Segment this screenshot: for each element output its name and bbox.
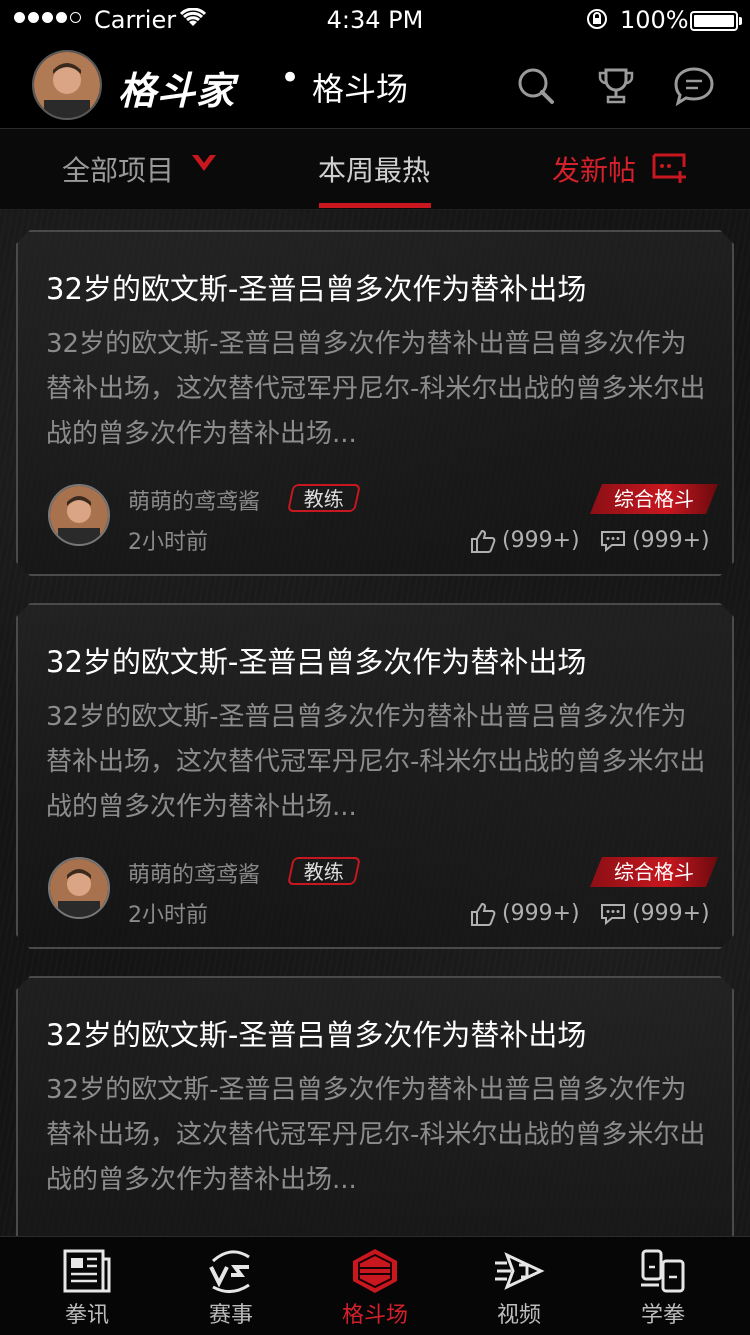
active-tab-indicator <box>319 203 431 208</box>
post-time: 2小时前 <box>128 530 208 555</box>
tab-weekly-hot[interactable]: 本周最热 <box>318 149 430 189</box>
category-tag[interactable]: 综合格斗 <box>590 857 718 887</box>
like-count: (999+) <box>502 901 580 926</box>
status-bar: Carrier 4:34 PM 100% <box>0 0 750 40</box>
category-tag[interactable]: 综合格斗 <box>590 484 718 514</box>
learn-icon <box>641 1249 685 1293</box>
battery-percent: 100% <box>620 6 689 34</box>
post-title[interactable]: 32岁的欧文斯-圣普吕曾多次作为替补出场 <box>46 266 586 308</box>
post-title[interactable]: 32岁的欧文斯-圣普吕曾多次作为替补出场 <box>46 639 586 681</box>
battery-icon <box>690 11 738 31</box>
post-excerpt: 32岁的欧文斯-圣普吕曾多次作为替补出普吕曾多次作为替补出场，这次替代冠军丹尼尔… <box>46 702 706 822</box>
tabbar-item-arena[interactable]: 格斗场 <box>300 1237 450 1335</box>
post-excerpt: 32岁的欧文斯-圣普吕曾多次作为替补出普吕曾多次作为替补出场，这次替代冠军丹尼尔… <box>46 1075 706 1195</box>
post-card[interactable]: 32岁的欧文斯-圣普吕曾多次作为替补出场 32岁的欧文斯-圣普吕曾多次作为替补出… <box>16 230 734 576</box>
tab-all-projects[interactable]: 全部项目 <box>62 149 174 189</box>
tabbar-label: 拳讯 <box>64 1303 109 1328</box>
author-avatar[interactable] <box>48 857 110 919</box>
tabbar-label: 视频 <box>496 1303 541 1328</box>
comment-count: (999+) <box>632 528 710 553</box>
comment-count: (999+) <box>632 901 710 926</box>
brand-logo: 格斗家 <box>118 69 236 113</box>
page-title: 格斗场 <box>312 70 409 108</box>
search-icon[interactable] <box>514 64 558 108</box>
rotation-lock-icon <box>587 9 607 29</box>
comment-icon <box>600 530 626 552</box>
chevron-down-icon[interactable] <box>190 153 218 173</box>
thumbs-up-icon <box>470 902 496 926</box>
user-avatar[interactable] <box>32 50 102 120</box>
bottom-tab-bar: 拳讯 赛事 格斗场 视频 学拳 <box>0 1236 750 1335</box>
ring-icon <box>353 1249 397 1293</box>
comment-button[interactable]: (999+) <box>600 528 710 553</box>
role-badge: 教练 <box>287 857 361 885</box>
tabbar-item-events[interactable]: 赛事 <box>156 1237 306 1335</box>
post-title[interactable]: 32岁的欧文斯-圣普吕曾多次作为替补出场 <box>46 1012 586 1054</box>
message-icon[interactable] <box>672 64 716 108</box>
tabbar-item-video[interactable]: 视频 <box>444 1237 594 1335</box>
thumbs-up-icon <box>470 529 496 553</box>
compose-icon[interactable] <box>650 151 690 183</box>
author-avatar[interactable] <box>48 484 110 546</box>
video-icon <box>495 1252 545 1290</box>
tabbar-label: 赛事 <box>208 1303 253 1328</box>
trophy-icon[interactable] <box>594 64 638 108</box>
new-post-button[interactable]: 发新帖 <box>552 149 636 189</box>
tabbar-label: 学拳 <box>640 1303 685 1328</box>
like-count: (999+) <box>502 528 580 553</box>
author-name[interactable]: 萌萌的鸢鸢酱 <box>128 484 260 516</box>
filter-tabs: 全部项目 本周最热 发新帖 <box>0 129 750 210</box>
comment-button[interactable]: (999+) <box>600 901 710 926</box>
comment-icon <box>600 903 626 925</box>
post-excerpt: 32岁的欧文斯-圣普吕曾多次作为替补出普吕曾多次作为替补出场，这次替代冠军丹尼尔… <box>46 329 706 449</box>
post-card[interactable]: 32岁的欧文斯-圣普吕曾多次作为替补出场 32岁的欧文斯-圣普吕曾多次作为替补出… <box>16 603 734 949</box>
news-icon <box>63 1249 111 1293</box>
vs-icon <box>209 1250 250 1293</box>
like-button[interactable]: (999+) <box>470 901 580 926</box>
app-header: 格斗家 • 格斗场 <box>0 40 750 129</box>
title-separator: • <box>280 58 301 98</box>
tabbar-item-news[interactable]: 拳讯 <box>12 1237 162 1335</box>
tabbar-item-learn[interactable]: 学拳 <box>588 1237 738 1335</box>
role-badge: 教练 <box>287 484 361 512</box>
like-button[interactable]: (999+) <box>470 528 580 553</box>
post-time: 2小时前 <box>128 903 208 928</box>
tabbar-label: 格斗场 <box>341 1303 408 1328</box>
author-name[interactable]: 萌萌的鸢鸢酱 <box>128 857 260 889</box>
